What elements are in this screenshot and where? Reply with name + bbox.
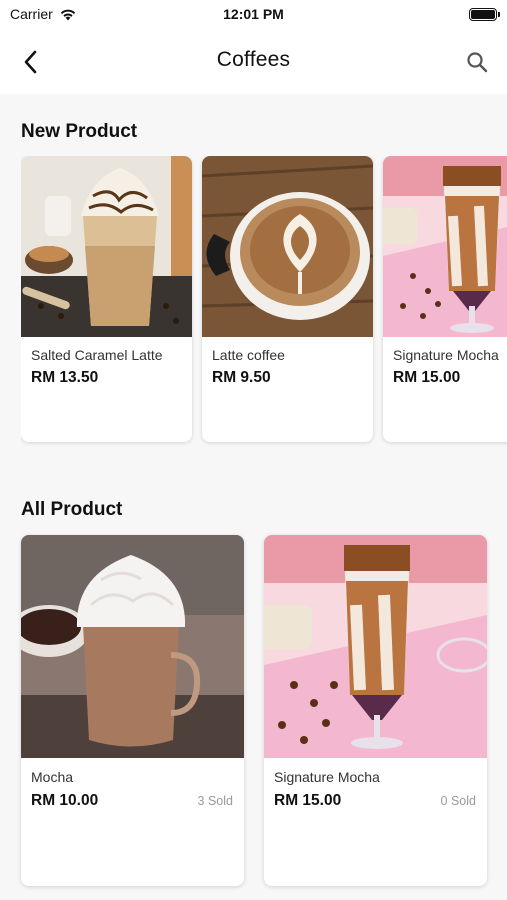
product-image [264, 535, 487, 758]
product-card[interactable]: Salted Caramel Latte RM 13.50 [21, 156, 192, 442]
product-price: RM 13.50 [31, 369, 99, 386]
product-image [202, 156, 373, 337]
product-name: Mocha [31, 769, 74, 785]
product-name: Salted Caramel Latte [31, 347, 163, 363]
battery-icon [469, 8, 500, 21]
status-time: 12:01 PM [223, 6, 284, 22]
new-product-heading: New Product [21, 121, 138, 142]
product-price: RM 15.00 [274, 792, 342, 809]
sold-count: 0 Sold [440, 794, 476, 808]
all-product-grid: Mocha RM 10.00 3 Sold Signature Mocha RM… [21, 535, 488, 886]
product-card[interactable]: Signature Mocha RM 15.00 0 Sold [264, 535, 487, 886]
product-image [21, 156, 192, 337]
status-bar: Carrier 12:01 PM [0, 0, 507, 30]
product-name: Latte coffee [212, 347, 285, 363]
page-title: Coffees [216, 48, 291, 71]
product-card[interactable]: Signature Mocha RM 15.00 [383, 156, 507, 442]
search-button[interactable] [461, 46, 493, 78]
navigation-bar: Coffees [0, 30, 507, 94]
new-product-carousel[interactable]: Salted Caramel Latte RM 13.50 Latte coff… [21, 156, 507, 446]
product-image [21, 535, 244, 758]
search-icon [466, 51, 488, 73]
product-price: RM 9.50 [212, 369, 271, 386]
product-card[interactable]: Latte coffee RM 9.50 [202, 156, 373, 442]
product-card[interactable]: Mocha RM 10.00 3 Sold [21, 535, 244, 886]
all-product-heading: All Product [21, 499, 123, 520]
product-image [383, 156, 507, 337]
product-price: RM 15.00 [393, 369, 461, 386]
product-name: Signature Mocha [393, 347, 499, 363]
sold-count: 3 Sold [197, 794, 233, 808]
product-price: RM 10.00 [31, 792, 99, 809]
product-name: Signature Mocha [274, 769, 380, 785]
